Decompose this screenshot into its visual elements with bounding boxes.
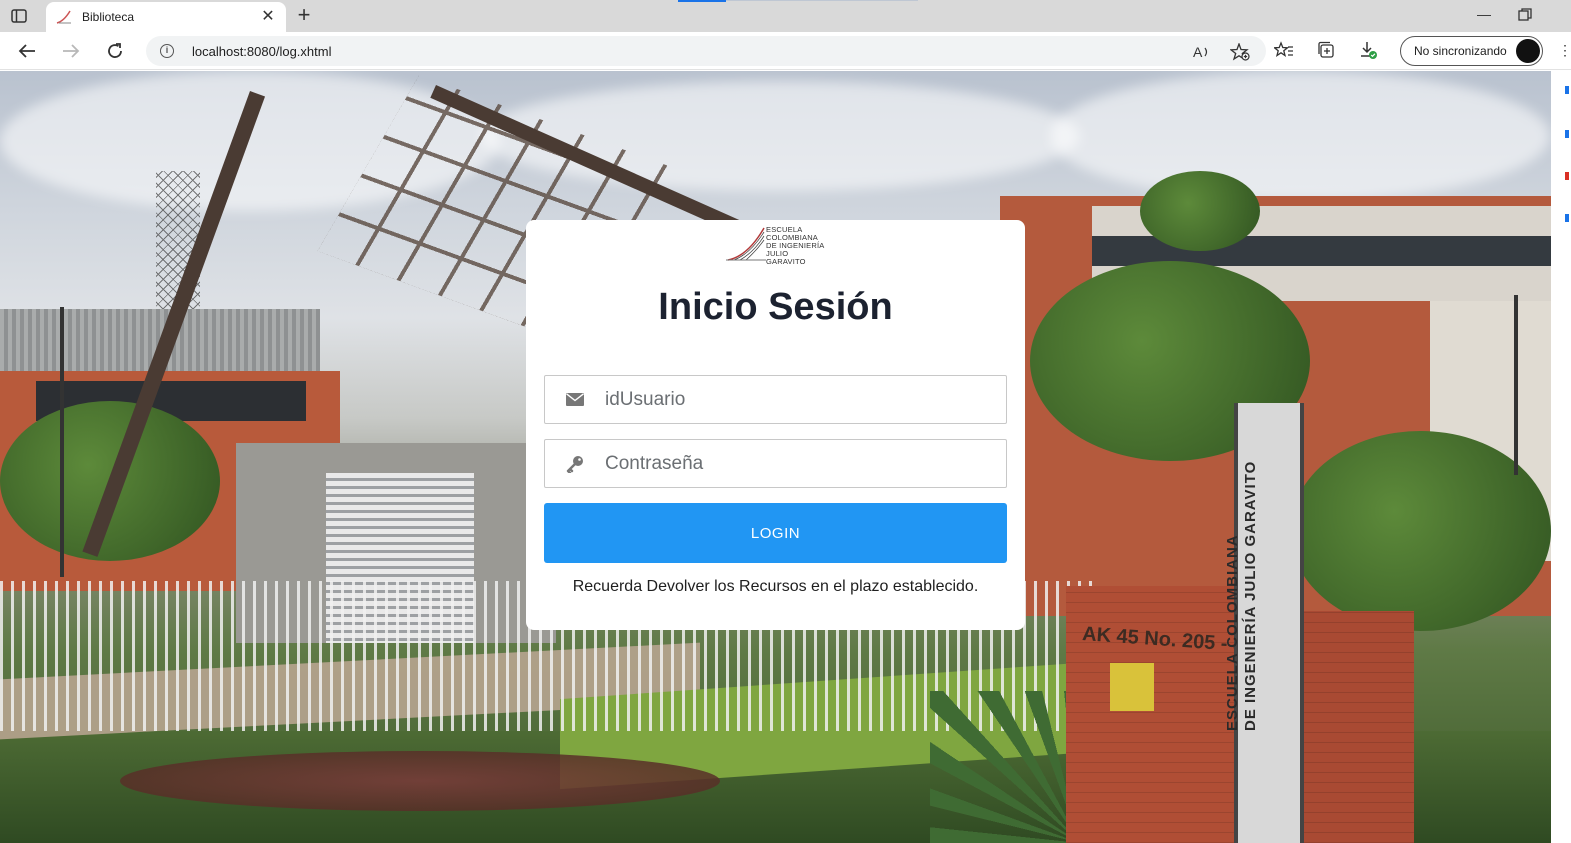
tree bbox=[1290, 431, 1551, 631]
sidebar-edge-marker bbox=[1565, 172, 1569, 180]
tree bbox=[1140, 171, 1260, 251]
favorites-icon[interactable] bbox=[1274, 40, 1294, 60]
browser-toolbar: i localhost:8080/log.xhtml A No sincroni… bbox=[0, 32, 1571, 70]
tab-close-icon[interactable]: ✕ bbox=[260, 9, 276, 25]
envelope-icon bbox=[545, 375, 605, 424]
university-sign-text: ESCUELA COLOMBIANA DE INGENIERÍA JULIO G… bbox=[1224, 411, 1260, 731]
profile-sync-label: No sincronizando bbox=[1414, 44, 1507, 58]
sky-cloud bbox=[1050, 71, 1550, 201]
read-aloud-icon[interactable]: A bbox=[1192, 42, 1212, 62]
tab-actions-icon[interactable] bbox=[8, 6, 30, 26]
add-favorite-icon[interactable] bbox=[1230, 42, 1250, 62]
restore-window-icon[interactable] bbox=[1518, 8, 1532, 22]
browser-tabbar: Biblioteca ✕ + — bbox=[0, 0, 1571, 32]
site-info-icon[interactable]: i bbox=[160, 44, 174, 58]
tab-loading-track bbox=[726, 0, 918, 1]
address-bar[interactable]: i localhost:8080/log.xhtml A bbox=[146, 36, 1266, 66]
logo-mark-icon bbox=[726, 227, 766, 261]
sign-line-2: DE INGENIERÍA JULIO GARAVITO bbox=[1242, 460, 1259, 731]
back-arrow-icon[interactable] bbox=[16, 40, 38, 62]
login-card: ESCUELA COLOMBIANA DE INGENIERÍA JULIO G… bbox=[526, 220, 1025, 630]
lamp-post bbox=[60, 307, 64, 577]
flower-bed bbox=[120, 751, 720, 811]
tab-loading-indicator bbox=[678, 0, 726, 2]
sidebar-edge-marker bbox=[1565, 86, 1569, 94]
minimize-button[interactable]: — bbox=[1474, 6, 1494, 26]
password-field[interactable] bbox=[544, 439, 1007, 488]
brick-sign-wall bbox=[1304, 611, 1414, 843]
sign-line-1: ESCUELA COLOMBIANA bbox=[1224, 534, 1241, 731]
url-text[interactable]: localhost:8080/log.xhtml bbox=[192, 44, 331, 59]
sidebar-edge bbox=[1551, 71, 1571, 843]
tab-favicon-icon bbox=[56, 10, 71, 24]
browser-tab[interactable]: Biblioteca ✕ bbox=[46, 2, 286, 32]
reload-icon[interactable] bbox=[104, 40, 126, 62]
new-tab-button[interactable]: + bbox=[292, 4, 316, 28]
page-title: Inicio Sesión bbox=[658, 286, 893, 328]
collections-icon[interactable] bbox=[1316, 40, 1336, 60]
avatar bbox=[1516, 39, 1540, 63]
forward-arrow-icon[interactable] bbox=[60, 40, 82, 62]
sidebar-edge-marker bbox=[1565, 214, 1569, 222]
username-input[interactable] bbox=[605, 379, 995, 420]
profile-sync-button[interactable]: No sincronizando bbox=[1400, 36, 1543, 66]
plaque bbox=[1110, 663, 1154, 711]
downloads-icon[interactable] bbox=[1358, 40, 1378, 60]
username-field[interactable] bbox=[544, 375, 1007, 424]
sidebar-edge-marker bbox=[1565, 130, 1569, 138]
svg-text:A: A bbox=[1193, 44, 1203, 60]
password-input[interactable] bbox=[605, 443, 995, 484]
tab-title: Biblioteca bbox=[82, 10, 135, 24]
reminder-text: Recuerda Devolver los Recursos en el pla… bbox=[572, 578, 979, 595]
lamp-post bbox=[1514, 295, 1518, 475]
university-logo: ESCUELA COLOMBIANA DE INGENIERÍA JULIO G… bbox=[726, 226, 826, 266]
key-icon bbox=[545, 439, 605, 488]
logo-text: ESCUELA COLOMBIANA DE INGENIERÍA JULIO G… bbox=[766, 226, 826, 266]
login-button[interactable]: LOGIN bbox=[544, 503, 1007, 563]
more-options-icon[interactable]: ⋮ bbox=[1558, 42, 1571, 59]
logo-line: JULIO GARAVITO bbox=[766, 249, 806, 266]
